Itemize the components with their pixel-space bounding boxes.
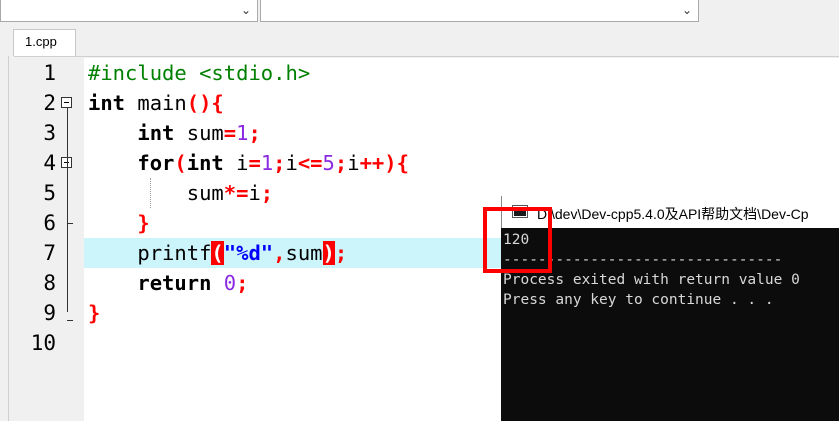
code-token: ; [248,121,261,145]
line-number: 1 [43,61,56,85]
bracket-match: ( [211,241,224,265]
console-output: 120 -------------------------------- Pro… [503,230,839,420]
member-combobox[interactable]: ⌄ [260,0,699,22]
console-line: Press any key to continue . . . [503,292,774,308]
fold-guide-line [67,168,68,312]
code-token: = [248,151,261,175]
line-number-gutter: 1 2 3 4 5 6 7 8 9 10 [18,58,84,421]
code-token: = [223,121,237,145]
editor-tab-bar: 1.cpp [0,26,839,57]
bracket-match: ) [322,241,335,265]
line-number: 2 [43,91,56,115]
code-token: } [88,301,101,325]
code-line: } [88,298,100,328]
code-token: (){ [186,91,224,115]
code-token: i [347,151,360,175]
line-number: 8 [43,271,56,295]
fold-collapse-icon[interactable] [61,97,72,108]
chevron-down-icon: ⌄ [681,3,692,17]
line-number: 5 [43,181,56,205]
line-number: 7 [43,241,56,265]
panel-divider [8,56,9,421]
code-token: *= [223,181,249,205]
class-combobox[interactable]: ⌄ [0,0,258,22]
toolbar: ⌄ ⌄ [0,0,839,26]
code-token: for [137,151,175,175]
code-token: ++){ [359,151,409,175]
code-token: 5 [322,151,335,175]
code-line: int main(){ [88,88,224,118]
code-line: #include <stdio.h> [88,58,310,88]
line-number: 10 [30,331,56,355]
code-token: ; [236,271,249,295]
code-token: 0 [223,271,237,295]
code-token: sum [88,181,224,205]
annotation-highlight-box [483,207,552,273]
code-token: ; [260,181,274,205]
code-line: return 0; [88,268,248,298]
code-token: , [273,241,286,265]
code-line: sum*=i; [88,178,273,208]
code-line: printf("%d",sum); [88,238,347,268]
code-token: int [186,151,224,175]
code-token: printf [88,241,212,265]
code-token: #include <stdio.h> [88,61,311,85]
code-token: int [137,121,175,145]
code-token: 1 [236,121,249,145]
code-token: int [88,91,126,115]
left-panel-edge [0,56,14,421]
console-line: -------------------------------- [503,252,783,268]
line-number: 3 [43,121,56,145]
code-line: } [88,208,150,238]
code-token: i [248,181,261,205]
tab-file-label: 1.cpp [25,34,57,49]
code-token: ( [174,151,187,175]
code-line: for(int i=1;i<=5;i++){ [88,148,409,178]
code-token: 1 [260,151,274,175]
code-token: <= [297,151,323,175]
console-line: 120 [503,232,530,248]
code-line: int sum=1; [88,118,261,148]
console-line: Process exited with return value 0 [503,272,800,288]
code-token: main [125,91,187,115]
code-token: i [285,151,298,175]
line-number: 6 [43,211,56,235]
fold-end-marker [67,223,73,224]
tab-file[interactable]: 1.cpp [13,29,76,56]
indent-guide [150,178,151,208]
code-token: "%d" [223,241,274,265]
code-token: sum [174,121,224,145]
code-token: i [223,151,249,175]
code-token: sum [285,241,323,265]
fold-end-marker [67,320,73,321]
code-token: ; [273,151,286,175]
console-title: D:\dev\Dev-cpp5.4.0及API帮助文档\Dev-Cp [537,206,809,222]
code-token: } [137,211,150,235]
chevron-down-icon: ⌄ [240,3,251,17]
line-number: 9 [43,301,56,325]
line-number: 4 [43,151,56,175]
code-token: return [137,271,212,295]
code-token: ; [334,241,348,265]
code-token: ; [334,151,348,175]
